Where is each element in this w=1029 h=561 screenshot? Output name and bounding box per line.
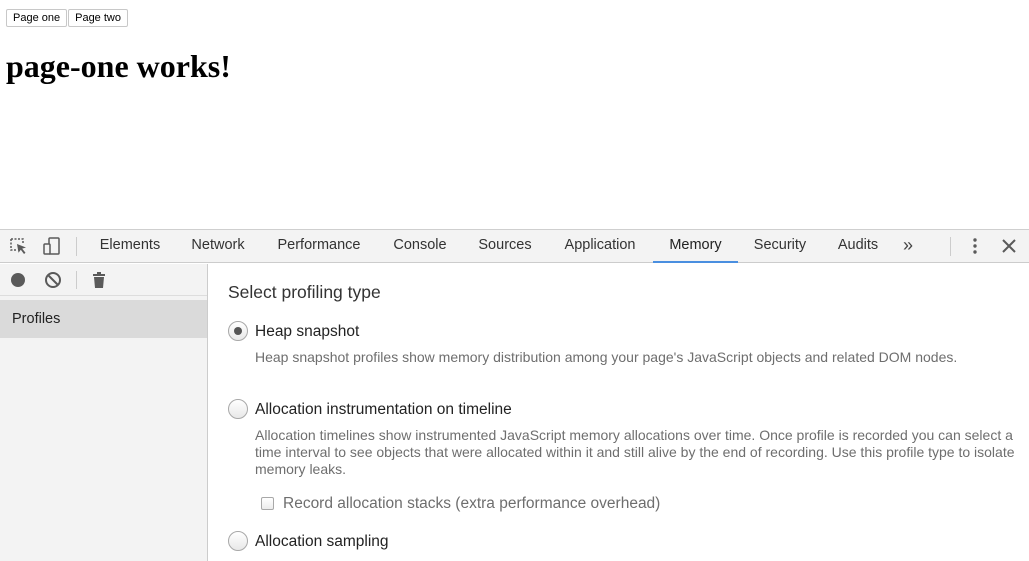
allocation-sampling-label[interactable]: Allocation sampling [255,533,389,551]
page-heading: page-one works! [6,48,231,84]
trash-icon[interactable] [90,271,108,289]
tab-security[interactable]: Security [744,230,816,263]
toolbar-divider [950,237,951,256]
inspect-element-icon[interactable] [9,236,29,256]
record-icon[interactable] [9,271,27,289]
tab-sources[interactable]: Sources [466,230,544,263]
tab-application[interactable]: Application [550,230,650,263]
heap-snapshot-label[interactable]: Heap snapshot [255,323,359,341]
clear-icon[interactable] [44,271,62,289]
profiling-type-title: Select profiling type [228,282,381,302]
toolbar-divider [76,237,77,256]
more-tabs-icon[interactable]: » [903,230,913,263]
record-stacks-checkbox[interactable] [261,497,274,510]
allocation-timeline-description: Allocation timelines show instrumented J… [255,427,1015,477]
device-toolbar-icon[interactable] [42,236,62,256]
devtools-panel: Elements Network Performance Console Sou… [0,229,1029,561]
tab-performance[interactable]: Performance [264,230,374,263]
allocation-sampling-radio[interactable] [228,531,248,551]
tab-audits[interactable]: Audits [824,230,892,263]
tab-network[interactable]: Network [178,230,258,263]
heap-snapshot-description: Heap snapshot profiles show memory distr… [255,349,958,365]
page-two-button[interactable]: Page two [68,9,128,27]
toolbar-divider [76,271,77,289]
page-one-button[interactable]: Page one [6,9,68,27]
kebab-menu-icon[interactable] [965,236,985,256]
sidebar-item-profiles[interactable]: Profiles [0,300,207,338]
profiling-panel: Select profiling type Heap snapshot Heap… [209,264,1029,561]
page-viewport: Page one Page two page-one works! [0,0,1029,229]
allocation-timeline-label[interactable]: Allocation instrumentation on timeline [255,401,512,419]
allocation-timeline-radio[interactable] [228,399,248,419]
sidebar-toolbar [0,264,207,296]
tab-memory[interactable]: Memory [653,230,738,263]
tab-elements[interactable]: Elements [86,230,174,263]
heap-snapshot-radio[interactable] [228,321,248,341]
page-nav: Page one Page two [6,9,129,27]
close-icon[interactable] [999,236,1019,256]
tab-console[interactable]: Console [380,230,460,263]
record-stacks-label[interactable]: Record allocation stacks (extra performa… [283,495,660,513]
profiles-sidebar: Profiles [0,264,208,561]
devtools-toolbar: Elements Network Performance Console Sou… [0,230,1029,263]
